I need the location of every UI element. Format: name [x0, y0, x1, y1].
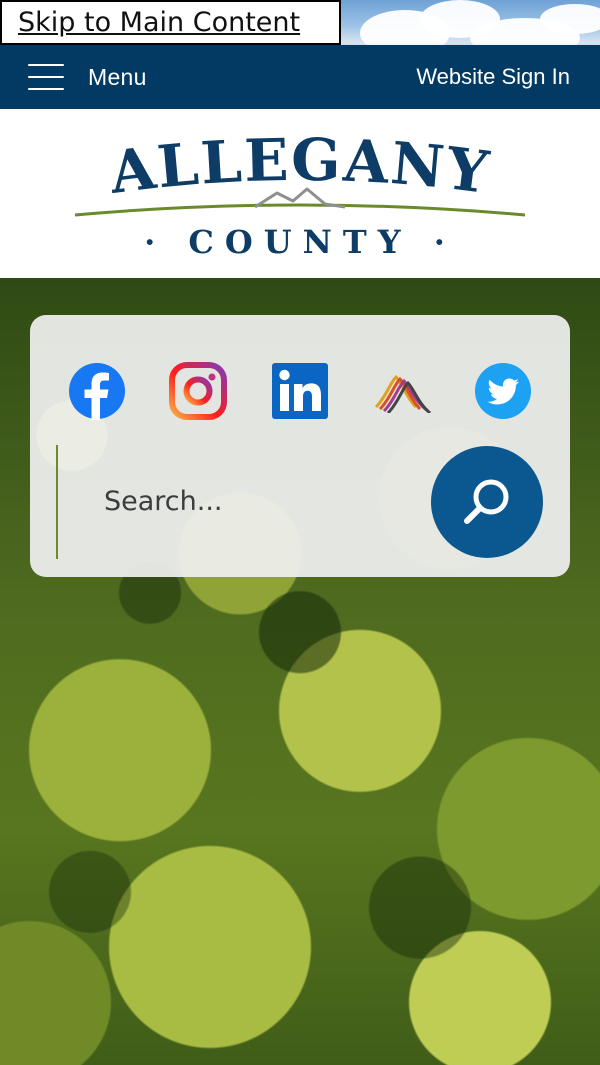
linkedin-link[interactable] — [270, 361, 330, 421]
county-network-link[interactable] — [372, 361, 432, 421]
facebook-icon — [69, 363, 125, 420]
hamburger-icon — [28, 64, 64, 90]
county-logo-banner: ALLEGANY · COUNTY · — [0, 109, 600, 278]
menu-button[interactable]: Menu — [0, 45, 147, 109]
social-search-panel — [30, 315, 570, 577]
search-button[interactable] — [431, 446, 543, 558]
search-accent-bar — [56, 445, 58, 559]
twitter-icon — [475, 363, 531, 419]
instagram-link[interactable] — [168, 361, 228, 421]
search-input[interactable] — [86, 475, 406, 527]
search-icon — [464, 479, 509, 524]
allegany-county-logo[interactable]: ALLEGANY · COUNTY · — [55, 129, 545, 259]
top-navbar: Menu Website Sign In — [0, 45, 600, 109]
instagram-icon — [169, 362, 227, 420]
skip-to-main-link[interactable]: Skip to Main Content — [0, 0, 341, 45]
menu-label: Menu — [88, 63, 147, 90]
search-area — [56, 445, 546, 559]
website-sign-in-link[interactable]: Website Sign In — [416, 64, 600, 90]
logo-bottom-text: · COUNTY · — [144, 223, 456, 259]
twitter-link[interactable] — [473, 361, 533, 421]
social-links — [30, 361, 570, 421]
facebook-link[interactable] — [67, 361, 127, 421]
network-icon — [374, 374, 431, 413]
linkedin-icon — [272, 363, 328, 419]
